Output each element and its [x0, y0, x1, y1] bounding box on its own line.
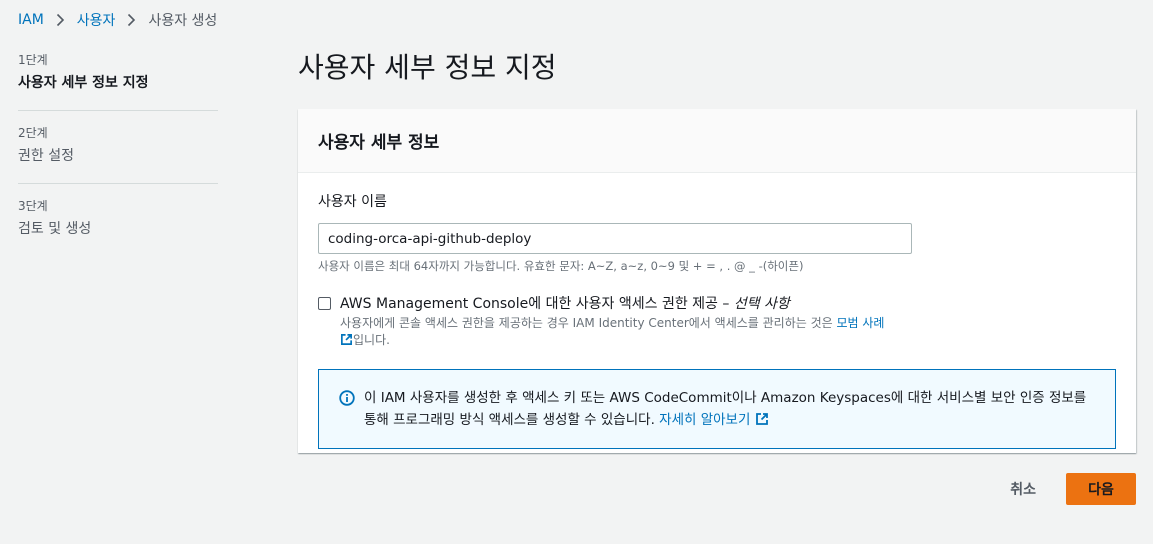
breadcrumb-users[interactable]: 사용자 [77, 10, 116, 30]
step-3: 3단계 검토 및 생성 [18, 198, 218, 256]
best-practice-link[interactable]: 모범 사례 [837, 316, 885, 330]
info-alert: 이 IAM 사용자를 생성한 후 액세스 키 또는 AWS CodeCommit… [318, 369, 1116, 449]
info-icon [339, 390, 355, 406]
optional-label: 선택 사항 [733, 296, 790, 312]
wizard-actions: 취소 다음 [990, 473, 1136, 505]
panel-header: 사용자 세부 정보 [298, 109, 1136, 173]
step-title: 사용자 세부 정보 지정 [18, 75, 149, 91]
step-number: 2단계 [18, 126, 48, 140]
info-text: 이 IAM 사용자를 생성한 후 액세스 키 또는 AWS CodeCommit… [364, 387, 1097, 433]
console-access-checkbox[interactable] [318, 297, 331, 310]
console-access-option: AWS Management Console에 대한 사용자 액세스 권한 제공… [318, 294, 1116, 351]
external-link-icon[interactable] [755, 411, 769, 433]
external-link-icon[interactable] [340, 333, 353, 351]
wizard-steps: 1단계 사용자 세부 정보 지정 2단계 권한 설정 3단계 검토 및 생성 [18, 52, 218, 270]
next-button[interactable]: 다음 [1066, 473, 1136, 505]
step-title: 권한 설정 [18, 148, 74, 164]
step-title: 검토 및 생성 [18, 221, 92, 237]
chevron-right-icon [127, 13, 136, 27]
cancel-button[interactable]: 취소 [990, 473, 1056, 505]
console-access-text: AWS Management Console에 대한 사용자 액세스 권한 제공… [340, 294, 920, 351]
console-access-description: 사용자에게 콘솔 액세스 권한을 제공하는 경우 IAM Identity Ce… [340, 315, 920, 351]
chevron-right-icon [56, 13, 65, 27]
breadcrumb-iam[interactable]: IAM [18, 12, 44, 28]
console-access-desc-text: 사용자에게 콘솔 액세스 권한을 제공하는 경우 IAM Identity Ce… [340, 316, 837, 330]
step-number: 1단계 [18, 53, 48, 67]
breadcrumb: IAM 사용자 사용자 생성 [18, 10, 217, 30]
username-label: 사용자 이름 [318, 194, 387, 210]
username-hint: 사용자 이름은 최대 64자까지 가능합니다. 유효한 문자: A~Z, a~z… [318, 259, 804, 273]
panel-body: 사용자 이름 사용자 이름은 최대 64자까지 가능합니다. 유효한 문자: A… [298, 173, 1136, 449]
step-2: 2단계 권한 설정 [18, 125, 218, 184]
panel-title: 사용자 세부 정보 [318, 133, 440, 153]
console-access-label-text: AWS Management Console에 대한 사용자 액세스 권한 제공… [340, 296, 734, 312]
username-input[interactable] [318, 223, 912, 254]
breadcrumb-create-user: 사용자 생성 [148, 13, 218, 29]
learn-more-link[interactable]: 자세히 알아보기 [659, 412, 750, 428]
console-access-desc-suffix: 입니다. [353, 333, 390, 347]
user-details-panel: 사용자 세부 정보 사용자 이름 사용자 이름은 최대 64자까지 가능합니다.… [298, 109, 1136, 453]
console-access-label[interactable]: AWS Management Console에 대한 사용자 액세스 권한 제공… [340, 294, 920, 314]
step-1: 1단계 사용자 세부 정보 지정 [18, 52, 218, 111]
step-number: 3단계 [18, 199, 48, 213]
page-title: 사용자 세부 정보 지정 [298, 51, 557, 84]
